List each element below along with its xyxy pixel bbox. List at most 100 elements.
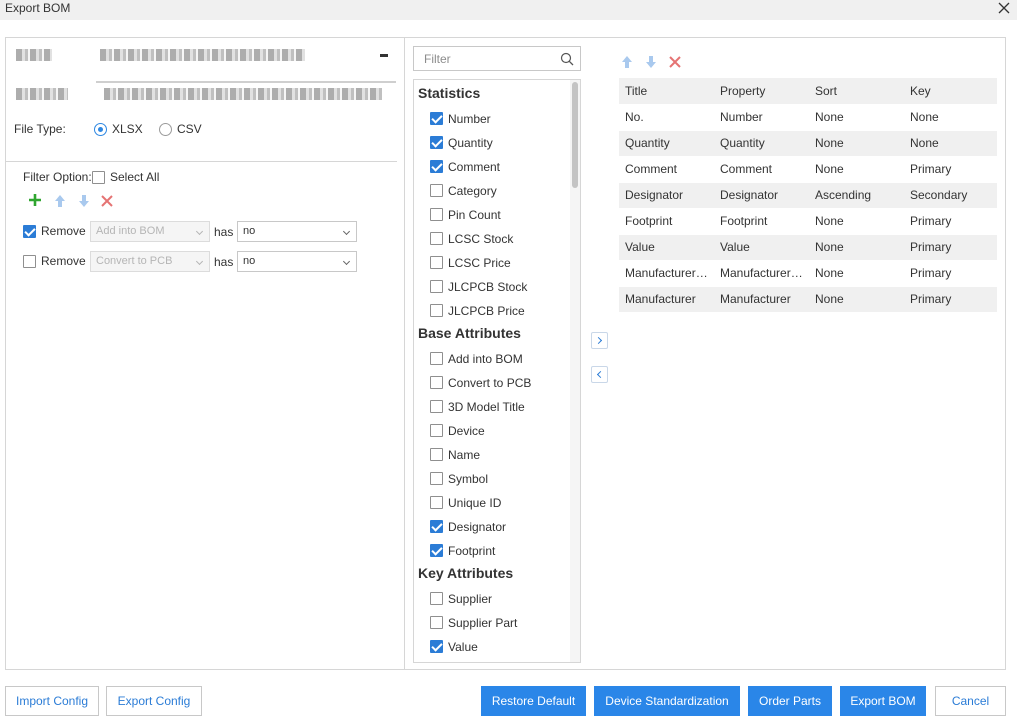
table-cell: None <box>904 130 997 157</box>
table-cell: None <box>809 208 904 235</box>
attribute-checkbox[interactable] <box>430 280 443 293</box>
device-standardization-button[interactable]: Device Standardization <box>594 686 740 716</box>
xlsx-radio[interactable] <box>94 123 107 136</box>
attribute-checkbox[interactable] <box>430 616 443 629</box>
table-row[interactable]: Manufacturer… Manufacturer… None Primary <box>619 260 997 287</box>
attribute-item[interactable]: Category <box>430 181 570 201</box>
xlsx-label[interactable]: XLSX <box>112 122 143 136</box>
rule-1-has: has <box>214 225 234 239</box>
attribute-checkbox[interactable] <box>430 640 443 653</box>
rule-2-checkbox[interactable] <box>23 255 36 268</box>
attribute-item[interactable]: Unique ID <box>430 493 570 513</box>
column-move-down-icon[interactable] <box>644 55 658 69</box>
attribute-checkbox[interactable] <box>430 472 443 485</box>
attribute-item[interactable]: Quantity <box>430 133 570 153</box>
attribute-checkbox[interactable] <box>430 424 443 437</box>
table-row[interactable]: Comment Comment None Primary <box>619 156 997 183</box>
table-row[interactable]: Value Value None Primary <box>619 234 997 261</box>
restore-default-button[interactable]: Restore Default <box>481 686 586 716</box>
attribute-item[interactable]: Designator <box>430 517 570 537</box>
import-config-button[interactable]: Import Config <box>5 686 99 716</box>
order-parts-button[interactable]: Order Parts <box>748 686 832 716</box>
attribute-checkbox[interactable] <box>430 208 443 221</box>
rule-2-field-select[interactable]: Convert to PCB <box>90 251 210 272</box>
search-icon[interactable] <box>560 52 574 66</box>
rule-2-value-select[interactable]: no <box>237 251 357 272</box>
column-header[interactable]: Key <box>904 78 997 104</box>
attribute-checkbox[interactable] <box>430 352 443 365</box>
attribute-checkbox[interactable] <box>430 544 443 557</box>
column-move-up-icon[interactable] <box>620 55 634 69</box>
column-header[interactable]: Property <box>714 78 809 104</box>
csv-radio[interactable] <box>159 123 172 136</box>
rule-1-checkbox[interactable] <box>23 225 36 238</box>
attribute-checkbox[interactable] <box>430 376 443 389</box>
attribute-label: JLCPCB Price <box>448 304 525 318</box>
attribute-checkbox[interactable] <box>430 304 443 317</box>
attribute-checkbox[interactable] <box>430 184 443 197</box>
rule-1-value-select[interactable]: no <box>237 221 357 242</box>
attribute-item[interactable]: LCSC Price <box>430 253 570 273</box>
attribute-item[interactable]: LCSC Stock <box>430 229 570 249</box>
move-left-button[interactable] <box>591 366 608 383</box>
table-row[interactable]: Quantity Quantity None None <box>619 130 997 157</box>
attribute-item[interactable]: Name <box>430 445 570 465</box>
attribute-checkbox[interactable] <box>430 160 443 173</box>
table-row[interactable]: Designator Designator Ascending Secondary <box>619 182 997 209</box>
export-config-button[interactable]: Export Config <box>106 686 202 716</box>
column-header[interactable]: Title <box>619 78 714 104</box>
group-title: Key Attributes <box>418 565 514 581</box>
add-icon[interactable] <box>28 193 42 207</box>
attribute-item[interactable]: Value <box>430 637 570 657</box>
rule-1-field-select[interactable]: Add into BOM <box>90 221 210 242</box>
move-right-button[interactable] <box>591 332 608 349</box>
table-cell: Value <box>714 234 809 261</box>
attribute-checkbox[interactable] <box>430 520 443 533</box>
attribute-checkbox[interactable] <box>430 112 443 125</box>
move-up-icon[interactable] <box>53 194 67 208</box>
attribute-item[interactable]: Supplier <box>430 589 570 609</box>
select-all-label[interactable]: Select All <box>110 170 159 184</box>
column-delete-icon[interactable] <box>668 55 682 69</box>
attribute-item[interactable]: JLCPCB Price <box>430 301 570 321</box>
attribute-filter[interactable] <box>413 46 581 71</box>
table-cell: Manufacturer… <box>619 260 714 287</box>
move-down-icon[interactable] <box>77 194 91 208</box>
table-cell: Manufacturer… <box>714 260 809 287</box>
attribute-item[interactable]: Number <box>430 109 570 129</box>
attribute-label: Comment <box>448 160 501 174</box>
attribute-item[interactable]: 3D Model Title <box>430 397 570 417</box>
attribute-item[interactable]: Add into BOM <box>430 349 570 369</box>
export-bom-button[interactable]: Export BOM <box>840 686 926 716</box>
attribute-list[interactable]: Statistics Number Quantity Comment Category P… <box>413 79 581 663</box>
attribute-checkbox[interactable] <box>430 592 443 605</box>
attribute-checkbox[interactable] <box>430 496 443 509</box>
attribute-item[interactable]: JLCPCB Stock <box>430 277 570 297</box>
attribute-item[interactable]: Comment <box>430 157 570 177</box>
csv-label[interactable]: CSV <box>177 122 202 136</box>
attribute-checkbox[interactable] <box>430 136 443 149</box>
cancel-button[interactable]: Cancel <box>935 686 1006 716</box>
attribute-item[interactable]: Convert to PCB <box>430 373 570 393</box>
table-row[interactable]: No. Number None None <box>619 104 997 131</box>
attribute-item[interactable]: Pin Count <box>430 205 570 225</box>
attribute-item[interactable]: Supplier Part <box>430 613 570 633</box>
attribute-checkbox[interactable] <box>430 448 443 461</box>
table-row[interactable]: Footprint Footprint None Primary <box>619 208 997 235</box>
delete-icon[interactable] <box>100 194 114 208</box>
table-header: Title Property Sort Key <box>619 78 997 104</box>
attribute-item[interactable]: Symbol <box>430 469 570 489</box>
filter-input[interactable] <box>414 47 554 70</box>
attribute-checkbox[interactable] <box>430 256 443 269</box>
title-bar: Export BOM <box>0 0 1017 20</box>
columns-table: Title Property Sort Key No. Number None None Qu… <box>619 78 997 313</box>
table-row[interactable]: Manufacturer Manufacturer None Primary <box>619 286 997 313</box>
column-header[interactable]: Sort <box>809 78 904 104</box>
select-all-checkbox[interactable] <box>92 171 105 184</box>
close-icon[interactable] <box>997 1 1011 15</box>
attribute-item[interactable]: Device <box>430 421 570 441</box>
attribute-checkbox[interactable] <box>430 232 443 245</box>
scrollbar-thumb[interactable] <box>572 82 578 188</box>
attribute-item[interactable]: Footprint <box>430 541 570 561</box>
attribute-checkbox[interactable] <box>430 400 443 413</box>
